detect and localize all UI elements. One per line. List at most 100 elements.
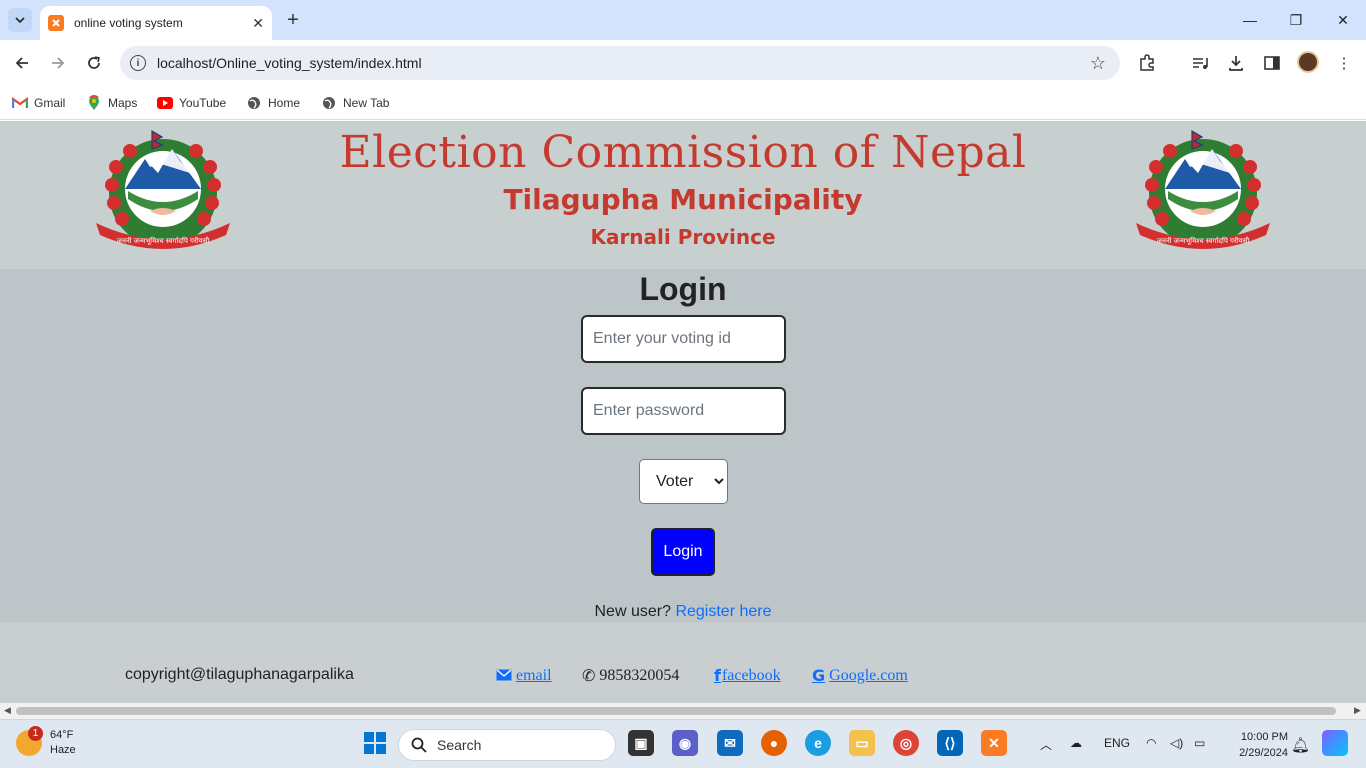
- emblem-motto: जननी जन्मभूमिश्च स्वर्गादपि गरीयसी: [1157, 236, 1250, 245]
- voting-id-input[interactable]: [581, 315, 786, 363]
- xampp-favicon-icon: [48, 15, 64, 31]
- xampp-icon[interactable]: ✕: [981, 730, 1007, 756]
- weather-desc: Haze: [50, 744, 76, 756]
- chevron-up-icon[interactable]: ︿: [1040, 736, 1052, 753]
- close-window-button[interactable]: ✕: [1331, 8, 1355, 32]
- page-viewport: जननी जन्मभूमिश्च स्वर्गादपि गरीयसी Elect…: [0, 121, 1366, 703]
- downloads-icon[interactable]: [1224, 51, 1248, 75]
- restore-button[interactable]: ❐: [1284, 8, 1308, 32]
- minimize-button[interactable]: —: [1238, 8, 1262, 32]
- bookmark-label: Home: [268, 96, 301, 110]
- youtube-icon: [157, 95, 173, 111]
- bookmark-gmail[interactable]: Gmail: [12, 93, 65, 113]
- bookmark-new-tab[interactable]: New Tab: [321, 93, 389, 113]
- login-heading: Login: [639, 271, 727, 307]
- bookmarks-bar: Gmail Maps YouTube Home New Tab: [0, 86, 1366, 120]
- onedrive-cloud-icon[interactable]: ☁: [1070, 736, 1082, 750]
- bookmark-home[interactable]: Home: [246, 93, 300, 113]
- tab-title: online voting system: [74, 16, 183, 30]
- facebook-icon: f: [714, 666, 721, 685]
- teams-chat-icon[interactable]: ◉: [672, 730, 698, 756]
- forward-arrow-icon[interactable]: [46, 51, 70, 75]
- notification-badge: 1: [28, 726, 43, 741]
- tab-close-icon[interactable]: ✕: [252, 15, 264, 32]
- maps-icon: [86, 95, 102, 111]
- bookmark-maps[interactable]: Maps: [86, 93, 137, 113]
- clock-date: 2/29/2024: [1239, 747, 1288, 759]
- tab-search-button[interactable]: [8, 8, 32, 32]
- back-arrow-icon[interactable]: [10, 51, 34, 75]
- tab-strip: online voting system ✕ + — ❐ ✕: [0, 0, 1366, 40]
- search-label: Search: [437, 737, 482, 753]
- language-indicator[interactable]: ENG: [1104, 736, 1130, 750]
- browser-tab[interactable]: online voting system ✕: [40, 6, 272, 40]
- taskbar-search[interactable]: Search: [398, 729, 616, 761]
- bookmark-label: Gmail: [34, 96, 66, 110]
- profile-avatar[interactable]: [1297, 51, 1319, 73]
- password-input[interactable]: [581, 387, 786, 435]
- facebook-link[interactable]: f facebook: [714, 666, 781, 685]
- bookmark-youtube[interactable]: YouTube: [157, 93, 226, 113]
- globe-icon: [321, 95, 337, 111]
- site-header: जननी जन्मभूमिश्च स्वर्गादपि गरीयसी Elect…: [0, 121, 1366, 269]
- notification-bell-icon[interactable]: 🔔︎: [1291, 736, 1310, 754]
- vscode-icon[interactable]: ⟨⟩: [937, 730, 963, 756]
- reload-icon[interactable]: [82, 51, 106, 75]
- facebook-label: facebook: [721, 666, 781, 684]
- taskbar: 1 64°F Haze Search ▣ ◉ ✉ ● e ▭ ◎ ⟨⟩ ✕ ︿ …: [0, 719, 1366, 768]
- bookmark-star-icon[interactable]: ☆: [1090, 53, 1106, 74]
- new-tab-button[interactable]: +: [282, 8, 304, 32]
- site-info-icon[interactable]: i: [130, 55, 146, 71]
- side-panel-icon[interactable]: [1260, 51, 1284, 75]
- site-footer: copyright@tilaguphanagarpalika email ✆ 9…: [0, 622, 1366, 703]
- new-user-prompt: New user? Register here: [0, 603, 1366, 621]
- weather-haze-icon: 1: [16, 726, 43, 756]
- scroll-left-icon[interactable]: ◀: [4, 705, 11, 716]
- register-link[interactable]: Register here: [675, 603, 771, 620]
- volume-icon[interactable]: ◁): [1170, 736, 1183, 750]
- email-label: email: [516, 666, 552, 684]
- copilot-icon[interactable]: [1322, 730, 1348, 756]
- bookmark-label: YouTube: [179, 96, 227, 110]
- url-text: localhost/Online_voting_system/index.htm…: [157, 55, 422, 71]
- mail-icon[interactable]: ✉: [717, 730, 743, 756]
- system-clock[interactable]: 10:00 PM 2/29/2024: [1222, 729, 1288, 761]
- clock-time: 10:00 PM: [1240, 731, 1288, 743]
- extensions-icon[interactable]: [1135, 51, 1159, 75]
- new-user-text: New user?: [594, 603, 671, 620]
- phone-contact: ✆ 9858320054: [582, 666, 679, 685]
- horizontal-scrollbar[interactable]: ◀ ▶: [0, 703, 1366, 719]
- address-bar[interactable]: i localhost/Online_voting_system/index.h…: [120, 46, 1120, 80]
- edge-icon[interactable]: e: [805, 730, 831, 756]
- search-icon: [411, 737, 427, 753]
- windows-start-icon[interactable]: [362, 730, 388, 756]
- google-link[interactable]: G Google.com: [812, 666, 908, 685]
- task-view-icon[interactable]: ▣: [628, 730, 654, 756]
- phone-icon: ✆: [582, 666, 596, 685]
- scroll-right-icon[interactable]: ▶: [1354, 705, 1361, 716]
- weather-widget[interactable]: 1 64°F Haze: [16, 726, 76, 758]
- email-link[interactable]: email: [496, 666, 552, 685]
- phone-number: 9858320054: [599, 666, 680, 684]
- google-label: Google.com: [829, 666, 908, 684]
- chrome-icon[interactable]: ◎: [893, 730, 919, 756]
- chevron-down-icon: [15, 17, 25, 23]
- weather-temp: 64°F: [50, 729, 74, 741]
- firefox-icon[interactable]: ●: [761, 730, 787, 756]
- browser-toolbar: i localhost/Online_voting_system/index.h…: [0, 40, 1366, 86]
- scrollbar-thumb[interactable]: [16, 707, 1336, 715]
- battery-icon[interactable]: ▭: [1194, 736, 1205, 750]
- globe-icon: [246, 95, 262, 111]
- wifi-icon[interactable]: ◠: [1146, 736, 1156, 750]
- google-icon: G: [812, 666, 826, 685]
- copyright-text: copyright@tilaguphanagarpalika: [125, 666, 354, 683]
- media-controls-icon[interactable]: [1188, 51, 1212, 75]
- role-select[interactable]: Voter: [639, 459, 728, 504]
- menu-kebab-icon[interactable]: ⋮: [1332, 51, 1356, 75]
- file-explorer-icon[interactable]: ▭: [849, 730, 875, 756]
- gmail-icon: [12, 95, 28, 111]
- bookmark-label: Maps: [108, 96, 138, 110]
- login-button[interactable]: Login: [651, 528, 715, 576]
- bookmark-label: New Tab: [343, 96, 390, 110]
- nepal-emblem-icon: जननी जन्मभूमिश्च स्वर्गादपि गरीयसी: [1136, 129, 1270, 249]
